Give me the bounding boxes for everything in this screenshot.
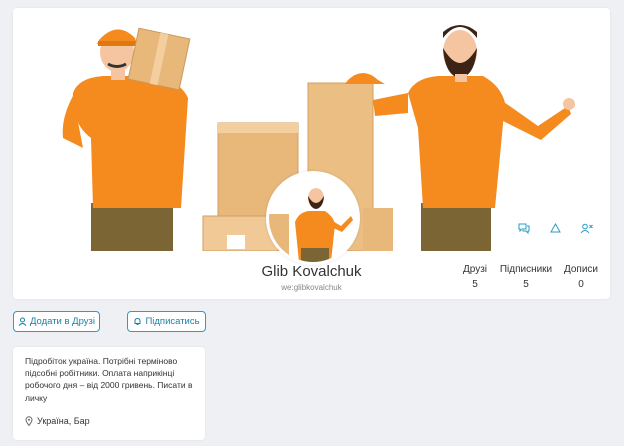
chat-icon[interactable] xyxy=(516,220,532,236)
add-friend-button[interactable]: Додати в Друзі xyxy=(13,311,100,332)
subscribe-label: Підписатись xyxy=(145,316,200,327)
location-pin-icon xyxy=(25,416,33,426)
warning-icon[interactable] xyxy=(547,220,563,236)
bell-icon xyxy=(134,317,141,325)
stat-friends-value: 5 xyxy=(472,279,478,290)
stat-followers-label: Підписники xyxy=(499,264,553,275)
avatar[interactable] xyxy=(266,171,360,265)
user-icon xyxy=(18,317,27,326)
profile-card: Glib Kovalchuk we:glibkovalchuk Друзі 5 … xyxy=(13,8,610,299)
stat-followers[interactable]: Підписники 5 xyxy=(497,264,555,290)
stat-posts[interactable]: Дописи 0 xyxy=(561,264,601,290)
stat-friends[interactable]: Друзі 5 xyxy=(460,264,490,290)
stat-followers-value: 5 xyxy=(523,279,529,290)
stat-friends-label: Друзі xyxy=(462,264,488,275)
stat-posts-value: 0 xyxy=(578,279,584,290)
add-friend-label: Додати в Друзі xyxy=(29,316,96,327)
about-card: Підробіток україна. Потрібні терміново п… xyxy=(13,347,205,440)
location: Україна, Бар xyxy=(25,416,90,426)
remove-friend-icon[interactable] xyxy=(578,220,594,236)
location-label: Україна, Бар xyxy=(37,416,90,426)
about-text: Підробіток україна. Потрібні терміново п… xyxy=(25,356,193,403)
stat-posts-label: Дописи xyxy=(563,264,599,275)
subscribe-button[interactable]: Підписатись xyxy=(127,311,206,332)
